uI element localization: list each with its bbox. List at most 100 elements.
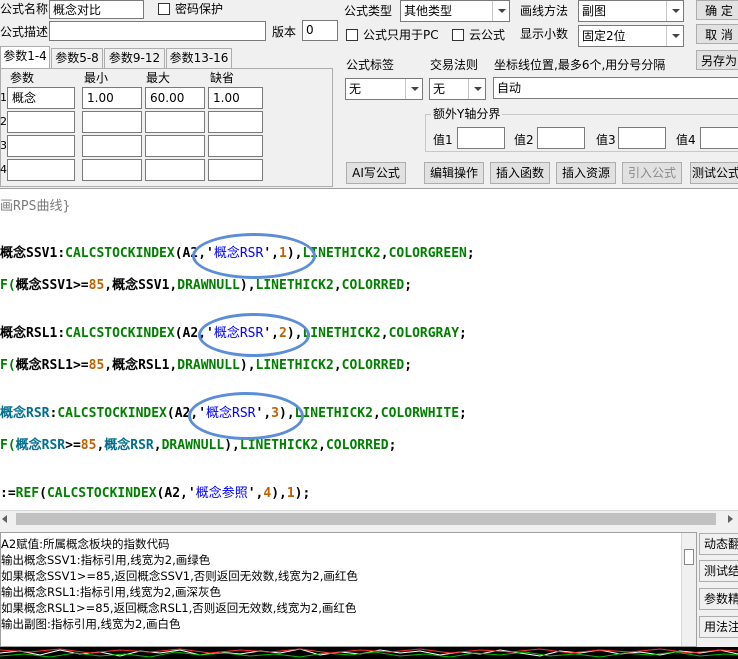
chevron-down-icon [468, 79, 485, 99]
formula-tag-value: 无 [349, 82, 362, 96]
code-editor[interactable]: 画RPS曲线} 概念SSV1:CALCSTOCKINDEX(A2,'概念RSR'… [0, 188, 738, 510]
param-row-number: 4 [0, 163, 7, 176]
pc-only-label: 公式只用于PC [363, 28, 439, 42]
param-min-input[interactable] [82, 135, 142, 157]
params-header-name: 参数 [10, 71, 35, 85]
param-min-input[interactable] [82, 159, 142, 181]
code-comment: 画RPS曲线} [0, 199, 71, 214]
code-line-4: F(概念RSL1>=85,概念RSL1,DRAWNULL),LINETHICK2… [0, 358, 413, 373]
param-max-input[interactable] [145, 135, 205, 157]
trade-rule-select[interactable]: 无 [429, 78, 486, 100]
tab-params-5-8[interactable]: 参数5-8 [51, 48, 103, 68]
param-max-input[interactable] [145, 111, 205, 133]
coord-line-input[interactable]: 自动 [493, 77, 738, 99]
cloud-checkbox[interactable] [452, 29, 464, 41]
extra-y-label: 额外Y轴分界 [431, 106, 503, 122]
chevron-down-icon [666, 1, 683, 21]
coord-line-label: 坐标线位置,最多6个,用分号分隔 [494, 58, 666, 72]
formula-type-value: 其他类型 [404, 4, 453, 18]
val4-label: 值4 [676, 133, 696, 147]
formula-type-select[interactable]: 其他类型 [400, 0, 510, 22]
draw-method-select[interactable]: 副图 [578, 0, 684, 22]
param-row-number: 3 [0, 139, 7, 152]
param-min-input[interactable]: 1.00 [82, 87, 142, 109]
param-default-input[interactable]: 1.00 [208, 87, 263, 109]
scroll-left-icon[interactable] [2, 515, 7, 523]
password-checkbox[interactable] [158, 3, 170, 15]
desc-scroll-thumb[interactable] [684, 549, 694, 565]
val4-input[interactable] [700, 127, 738, 149]
scroll-right-icon[interactable] [728, 515, 733, 523]
tab-params-13-16[interactable]: 参数13-16 [166, 48, 232, 68]
param-name-input[interactable] [7, 159, 75, 181]
param-row-number: 1 [0, 91, 7, 104]
insert-func-button[interactable]: 插入函数 [490, 162, 550, 184]
param-default-input[interactable] [208, 159, 263, 181]
param-tuning-button[interactable]: 参数精 [699, 588, 738, 610]
formula-tag-label: 公式标签 [346, 58, 395, 72]
draw-method-label: 画线方法 [520, 4, 569, 18]
desc-line: A2赋值:所属概念板块的指数代码 [1, 537, 170, 551]
desc-line: 如果概念SSV1>=85,返回概念SSV1,否则返回无效数,线宽为2,画红色 [1, 569, 358, 583]
annotation-ellipse [198, 313, 310, 357]
param-name-input[interactable]: 概念 [7, 87, 75, 109]
chevron-down-icon [666, 26, 683, 46]
params-header-default: 缺省 [210, 71, 235, 85]
param-default-input[interactable] [208, 111, 263, 133]
save-as-button[interactable]: 另存为 [696, 50, 738, 70]
usage-notes-button[interactable]: 用法注 [699, 616, 738, 638]
tab-params-9-12[interactable]: 参数9-12 [104, 48, 165, 68]
test-formula-button[interactable]: 测试公式 [690, 162, 738, 184]
val2-input[interactable] [537, 127, 585, 149]
cloud-label: 云公式 [469, 28, 506, 42]
param-max-input[interactable] [145, 159, 205, 181]
val3-input[interactable] [618, 127, 666, 149]
pc-only-checkbox[interactable] [346, 29, 358, 41]
param-default-input[interactable] [208, 135, 263, 157]
ok-button[interactable]: 确 定 [696, 0, 738, 20]
desc-line: 输出概念RSL1:指标引用,线宽为2,画深灰色 [1, 585, 222, 599]
formula-desc-input[interactable] [49, 21, 266, 41]
desc-vscrollbar[interactable] [681, 533, 696, 646]
val1-label: 值1 [433, 133, 453, 147]
edit-op-button[interactable]: 编辑操作 [424, 162, 484, 184]
code-line-7: :=REF(CALCSTOCKINDEX(A2,'概念参照',4),1); [0, 486, 311, 501]
test-result-button[interactable]: 测试结 [699, 560, 738, 582]
annotation-ellipse [188, 392, 304, 440]
scroll-thumb[interactable] [16, 513, 716, 525]
chart-strip-lines [0, 648, 738, 658]
tab-params-1-4[interactable]: 参数1-4 [0, 46, 50, 69]
formula-tag-select[interactable]: 无 [345, 78, 423, 100]
trade-rule-value: 无 [433, 82, 446, 96]
cancel-button[interactable]: 取 消 [696, 24, 738, 44]
params-header-min: 最小 [84, 71, 109, 85]
formula-type-label: 公式类型 [344, 4, 393, 18]
password-label: 密码保护 [175, 2, 224, 16]
ai-formula-button[interactable]: AI写公式 [346, 162, 406, 184]
desc-line: 输出概念SSV1:指标引用,线宽为2,画绿色 [1, 553, 211, 567]
editor-hscrollbar[interactable] [0, 510, 738, 527]
description-panel[interactable]: A2赋值:所属概念板块的指数代码 输出概念SSV1:指标引用,线宽为2,画绿色 … [0, 532, 697, 647]
chevron-down-icon [405, 79, 422, 99]
code-line-2: F(概念SSV1>=85,概念SSV1,DRAWNULL),LINETHICK2… [0, 278, 413, 293]
decimals-label: 显示小数 [520, 27, 569, 41]
insert-resource-button[interactable]: 插入资源 [556, 162, 616, 184]
chart-strip [0, 647, 738, 659]
val2-label: 值2 [514, 133, 534, 147]
trade-rule-label: 交易法则 [430, 58, 479, 72]
val1-input[interactable] [457, 127, 505, 149]
version-input[interactable]: 0 [302, 20, 338, 41]
param-max-input[interactable]: 60.00 [145, 87, 205, 109]
code-line-6: F(概念RSR>=85,概念RSR,DRAWNULL),LINETHICK2,C… [0, 438, 397, 453]
param-min-input[interactable] [82, 111, 142, 133]
param-name-input[interactable] [7, 111, 75, 133]
formula-desc-label: 公式描述 [0, 25, 49, 39]
formula-name-input[interactable]: 概念对比 [49, 0, 144, 19]
import-formula-button[interactable]: 引入公式 [622, 162, 682, 184]
decimals-select[interactable]: 固定2位 [578, 25, 684, 47]
param-row-number: 2 [0, 115, 7, 128]
dynamic-translate-button[interactable]: 动态翻 [699, 533, 738, 555]
annotation-ellipse [192, 233, 316, 279]
val3-label: 值3 [596, 133, 616, 147]
param-name-input[interactable] [7, 135, 75, 157]
